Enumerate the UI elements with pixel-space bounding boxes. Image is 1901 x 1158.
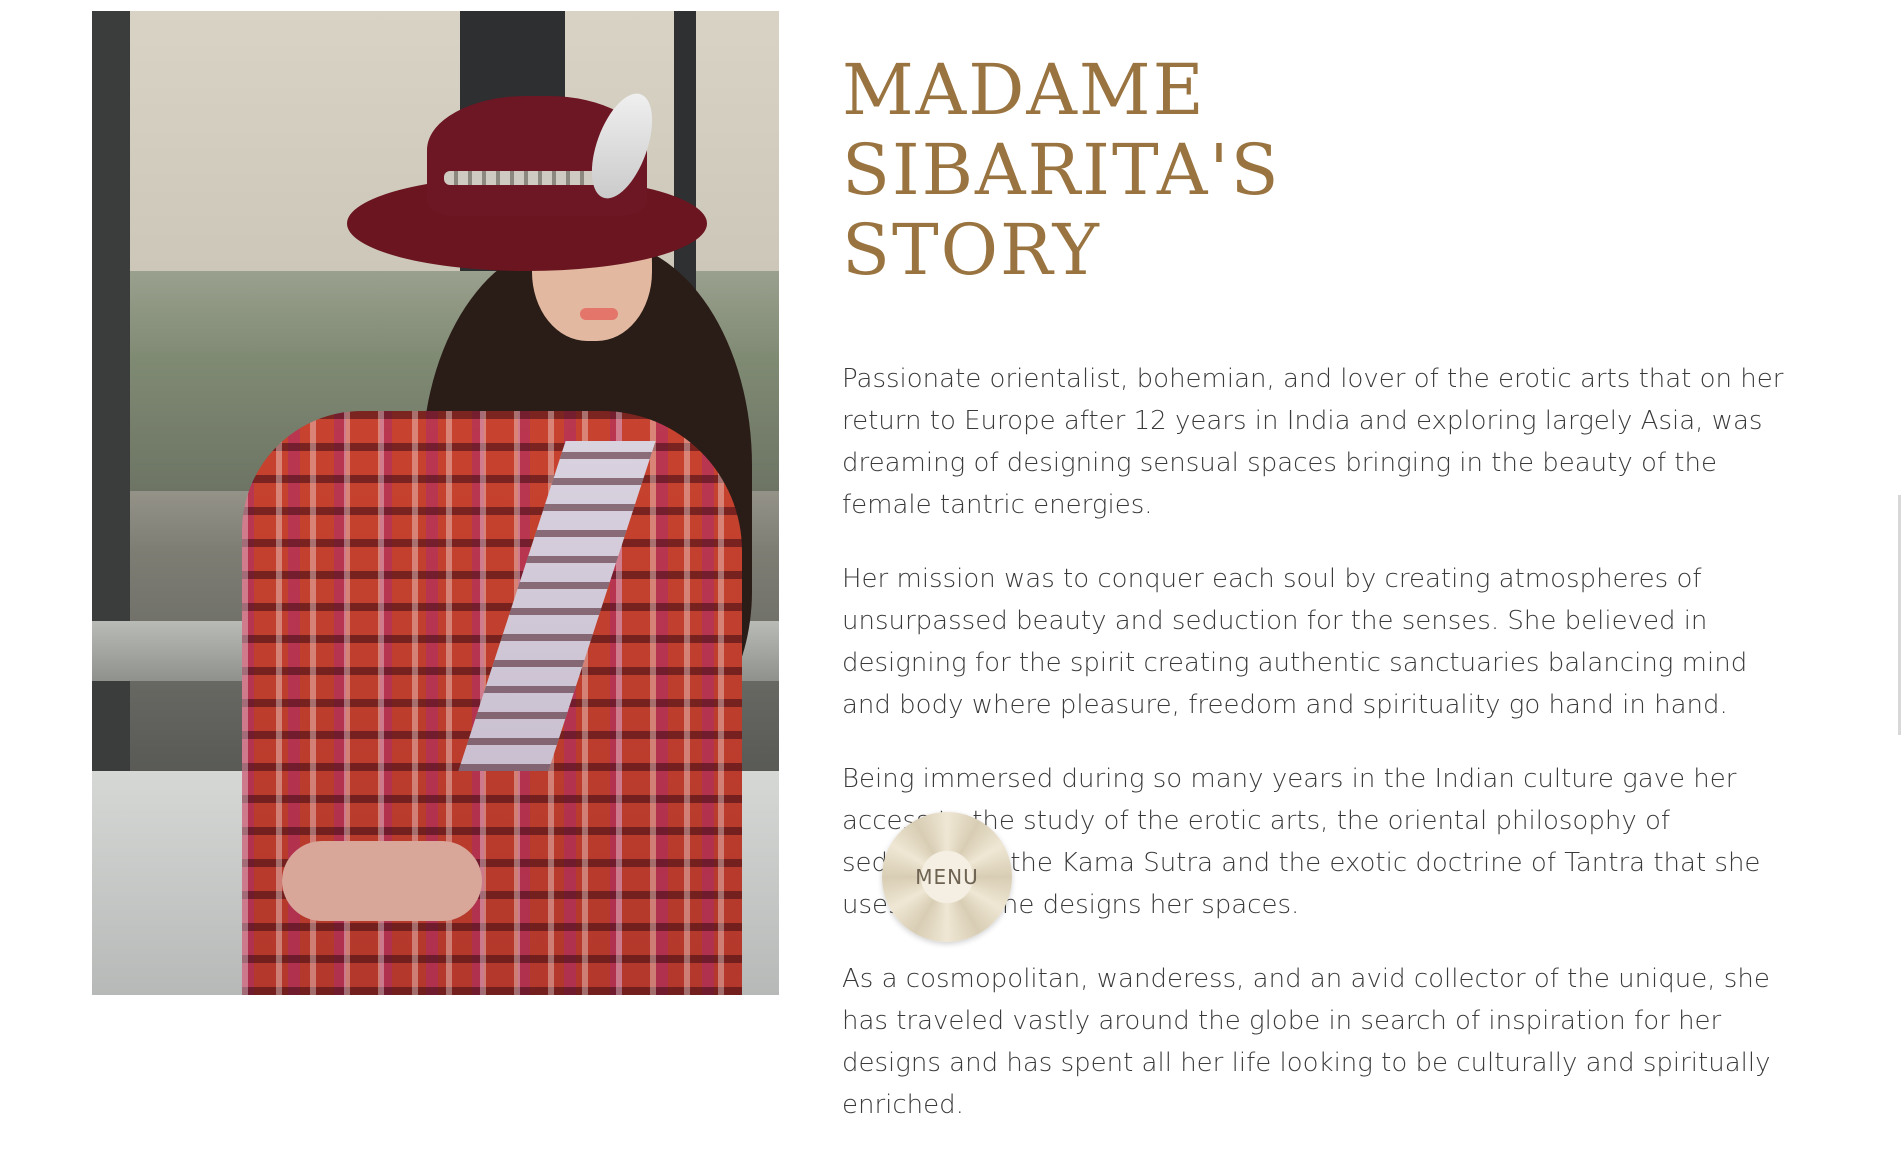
story-body: Passionate orientalist, bohemian, and lo… bbox=[842, 358, 1802, 1126]
title-line-3: STORY bbox=[842, 209, 1101, 291]
story-paragraph-1: Passionate orientalist, bohemian, and lo… bbox=[842, 364, 1784, 520]
portrait-hands bbox=[282, 841, 482, 921]
title-line-2: SIBARITA'S bbox=[842, 129, 1281, 211]
about-page: MADAME SIBARITA'S STORY Passionate orien… bbox=[0, 0, 1901, 1120]
menu-button[interactable]: MENU bbox=[882, 812, 1012, 942]
page-title: MADAME SIBARITA'S STORY bbox=[842, 50, 1802, 290]
portrait-lips bbox=[580, 308, 618, 320]
portrait-photo bbox=[92, 11, 779, 995]
hat-chain bbox=[444, 171, 614, 185]
story-section: MADAME SIBARITA'S STORY Passionate orien… bbox=[842, 50, 1802, 1158]
title-line-1: MADAME bbox=[842, 49, 1206, 131]
story-paragraph-2: Her mission was to conquer each soul by … bbox=[842, 564, 1748, 720]
story-paragraph-4: As a cosmopolitan, wanderess, and an avi… bbox=[842, 964, 1771, 1120]
menu-label: MENU bbox=[915, 865, 979, 889]
